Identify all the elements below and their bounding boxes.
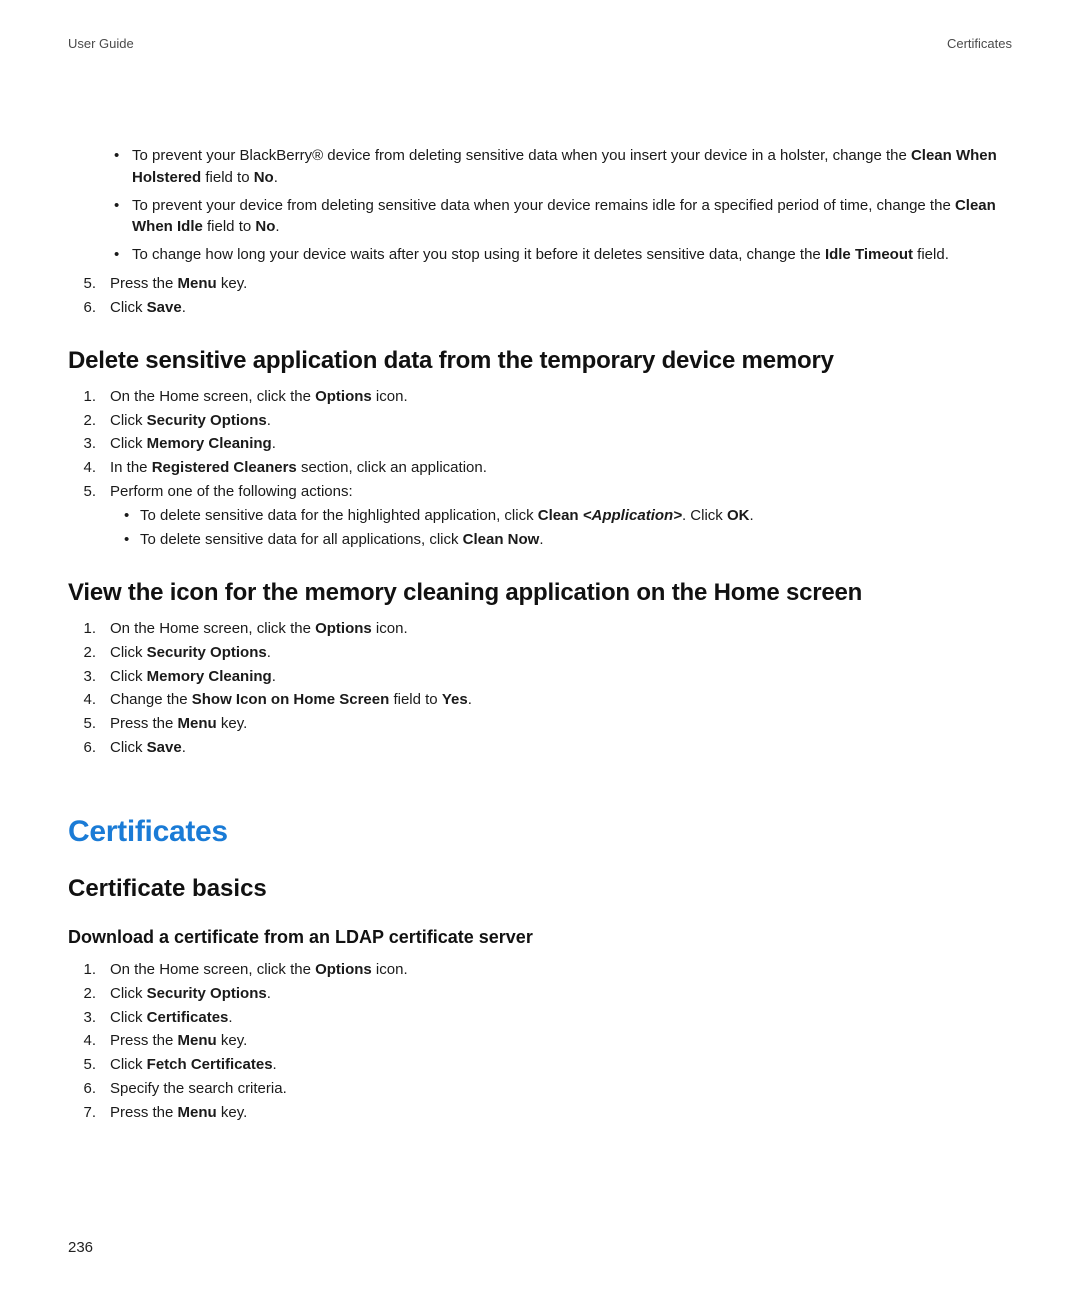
list-number: 3. xyxy=(68,1006,96,1029)
list-item: 1.On the Home screen, click the Options … xyxy=(68,617,1012,640)
intro-bullet-list: To prevent your BlackBerry® device from … xyxy=(68,145,1012,266)
topic-steps-list: 1.On the Home screen, click the Options … xyxy=(68,958,1012,1124)
list-number: 2. xyxy=(68,982,96,1005)
list-number: 2. xyxy=(68,409,96,432)
bullet-item: To change how long your device waits aft… xyxy=(114,244,1012,266)
section-heading-view-icon: View the icon for the memory cleaning ap… xyxy=(68,579,1012,607)
list-number: 7. xyxy=(68,1101,96,1124)
sec1-steps-list: 1.On the Home screen, click the Options … xyxy=(68,385,1012,551)
document-page: User Guide Certificates To prevent your … xyxy=(0,0,1080,1296)
list-number: 5. xyxy=(68,712,96,735)
bullet-item: To delete sensitive data for the highlig… xyxy=(124,505,1012,528)
list-item: 4.Press the Menu key. xyxy=(68,1029,1012,1052)
list-item: 1.On the Home screen, click the Options … xyxy=(68,958,1012,981)
list-number: 5. xyxy=(68,272,96,295)
list-number: 5. xyxy=(68,480,96,503)
list-item: 2.Click Security Options. xyxy=(68,982,1012,1005)
list-number: 3. xyxy=(68,665,96,688)
running-header: User Guide Certificates xyxy=(68,36,1012,51)
list-number: 6. xyxy=(68,736,96,759)
list-item: 4.Change the Show Icon on Home Screen fi… xyxy=(68,688,1012,711)
list-number: 1. xyxy=(68,385,96,408)
topic-heading-download-ldap: Download a certificate from an LDAP cert… xyxy=(68,927,1012,948)
list-item: 5.Press the Menu key. xyxy=(68,272,1012,295)
page-number: 236 xyxy=(68,1239,93,1256)
list-item: 1.On the Home screen, click the Options … xyxy=(68,385,1012,408)
list-item: 7.Press the Menu key. xyxy=(68,1101,1012,1124)
list-number: 4. xyxy=(68,688,96,711)
list-item: 3.Click Memory Cleaning. xyxy=(68,665,1012,688)
list-item: 2.Click Security Options. xyxy=(68,409,1012,432)
running-header-left: User Guide xyxy=(68,36,134,51)
list-item: 5.Perform one of the following actions:T… xyxy=(68,480,1012,551)
subsection-heading-cert-basics: Certificate basics xyxy=(68,875,1012,903)
list-item: 3.Click Certificates. xyxy=(68,1006,1012,1029)
list-number: 2. xyxy=(68,641,96,664)
list-number: 1. xyxy=(68,958,96,981)
list-item: 6.Specify the search criteria. xyxy=(68,1077,1012,1100)
bullet-item: To delete sensitive data for all applica… xyxy=(124,529,1012,552)
sub-bullet-list: To delete sensitive data for the highlig… xyxy=(110,505,1012,551)
sec2-steps-list: 1.On the Home screen, click the Options … xyxy=(68,617,1012,759)
bullet-item: To prevent your device from deleting sen… xyxy=(114,195,1012,239)
list-item: 2.Click Security Options. xyxy=(68,641,1012,664)
list-item: 6.Click Save. xyxy=(68,296,1012,319)
list-number: 1. xyxy=(68,617,96,640)
section-heading-delete-sensitive: Delete sensitive application data from t… xyxy=(68,347,1012,375)
list-number: 4. xyxy=(68,1029,96,1052)
list-number: 4. xyxy=(68,456,96,479)
list-item: 4.In the Registered Cleaners section, cl… xyxy=(68,456,1012,479)
bullet-item: To prevent your BlackBerry® device from … xyxy=(114,145,1012,189)
list-number: 6. xyxy=(68,296,96,319)
running-header-right: Certificates xyxy=(947,36,1012,51)
content-body: To prevent your BlackBerry® device from … xyxy=(68,145,1012,1124)
list-item: 5.Press the Menu key. xyxy=(68,712,1012,735)
chapter-heading-certificates: Certificates xyxy=(68,815,1012,849)
list-number: 3. xyxy=(68,432,96,455)
list-number: 6. xyxy=(68,1077,96,1100)
list-item: 3.Click Memory Cleaning. xyxy=(68,432,1012,455)
list-number: 5. xyxy=(68,1053,96,1076)
intro-steps-list: 5.Press the Menu key.6.Click Save. xyxy=(68,272,1012,319)
list-item: 6.Click Save. xyxy=(68,736,1012,759)
list-item: 5.Click Fetch Certificates. xyxy=(68,1053,1012,1076)
